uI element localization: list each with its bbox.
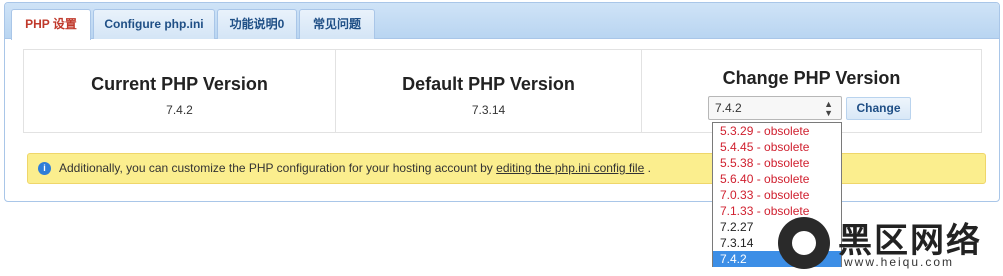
version-option[interactable]: 5.4.45 - obsolete: [713, 139, 841, 155]
selected-version: 7.4.2: [715, 101, 742, 115]
tab-php-settings[interactable]: PHP 设置: [11, 9, 91, 40]
select-arrows-icon: ▲ ▼: [824, 99, 833, 118]
change-button[interactable]: Change: [846, 97, 911, 120]
tab-bar: PHP 设置 Configure php.ini 功能说明0 常见问题: [5, 3, 999, 40]
version-option[interactable]: 5.5.38 - obsolete: [713, 155, 841, 171]
notice-text: Additionally, you can customize the PHP …: [59, 161, 493, 175]
tab-feature-description[interactable]: 功能说明0: [217, 9, 297, 39]
notice-suffix: .: [647, 161, 651, 175]
version-option[interactable]: 7.0.33 - obsolete: [713, 187, 841, 203]
watermark-url: www.heiqu.com: [844, 255, 955, 269]
site-watermark: 黑区网络 www.heiqu.com: [770, 211, 1000, 273]
info-notice: i Additionally, you can customize the PH…: [27, 153, 986, 184]
default-version-title: Default PHP Version: [402, 74, 575, 94]
current-version-value: 7.4.2: [166, 103, 193, 117]
php-version-table: Current PHP Version 7.4.2 Default PHP Ve…: [23, 49, 982, 133]
default-version-cell: Default PHP Version 7.3.14: [335, 50, 641, 132]
current-version-title: Current PHP Version: [91, 74, 268, 94]
info-icon: i: [38, 162, 51, 175]
current-version-cell: Current PHP Version 7.4.2: [24, 50, 335, 132]
edit-php-ini-link[interactable]: editing the php.ini config file: [496, 161, 644, 175]
tab-configure-php-ini[interactable]: Configure php.ini: [93, 9, 215, 39]
default-version-value: 7.3.14: [471, 103, 506, 117]
change-version-title: Change PHP Version: [722, 68, 901, 88]
tab-faq[interactable]: 常见问题: [299, 9, 375, 39]
version-option[interactable]: 5.6.40 - obsolete: [713, 171, 841, 187]
version-option[interactable]: 5.3.29 - obsolete: [713, 123, 841, 139]
php-version-select[interactable]: 7.4.2 ▲ ▼: [708, 96, 842, 120]
watermark-logo-icon: [778, 217, 830, 269]
